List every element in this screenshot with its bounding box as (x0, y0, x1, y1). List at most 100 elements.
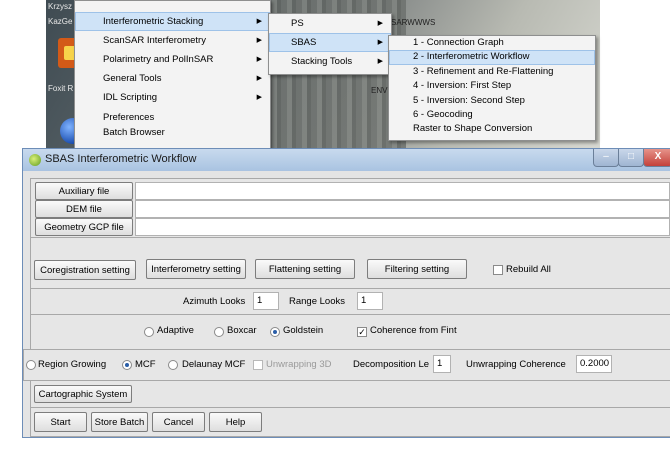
menu-item-scansar-interferometry[interactable]: ScanSAR Interferometry ▶ (75, 31, 270, 50)
menu-item-label: PS (291, 18, 304, 29)
menu-item-raster-to-shape[interactable]: Raster to Shape Conversion (389, 122, 595, 136)
goldstein-radio[interactable] (270, 327, 280, 337)
mcf-label: MCF (135, 359, 156, 370)
menu-item-label: ScanSAR Interferometry (103, 35, 206, 46)
range-looks-label: Range Looks (289, 296, 345, 307)
decomposition-level-input[interactable]: 1 (433, 355, 451, 373)
minimize-button[interactable]: – (593, 149, 619, 167)
geometry-gcp-file-field[interactable] (135, 218, 670, 236)
menu-item-batch-browser[interactable]: Batch Browser (75, 125, 270, 140)
delaunay-mcf-radio[interactable] (168, 360, 178, 370)
submenu-arrow-icon: ▶ (256, 56, 262, 63)
flattening-setting-button[interactable]: Flattening setting (255, 259, 355, 279)
menu-top-spacer (75, 1, 270, 12)
submenu-arrow-icon: ▶ (256, 18, 262, 25)
goldstein-label: Goldstein (283, 325, 324, 336)
window-title: SBAS Interferometric Workflow (45, 153, 197, 165)
store-batch-button[interactable]: Store Batch (91, 412, 148, 432)
coherence-from-fint-checkbox[interactable]: ✓ (357, 327, 367, 337)
dem-file-button[interactable]: DEM file (35, 200, 133, 218)
menu-item-inversion-first-step[interactable]: 4 - Inversion: First Step (389, 79, 595, 93)
start-button[interactable]: Start (34, 412, 87, 432)
region-growing-radio[interactable] (26, 360, 36, 370)
submenu-arrow-icon: ▶ (377, 39, 383, 46)
settings-section: Coregistration setting Interferometry se… (30, 237, 670, 289)
menu-item-geocoding[interactable]: 6 - Geocoding (389, 108, 595, 122)
unwrapping-3d-label: Unwrapping 3D (266, 359, 332, 370)
azimuth-looks-input[interactable]: 1 (253, 292, 279, 310)
cartographic-system-button[interactable]: Cartographic System (34, 385, 132, 403)
decomposition-level-label: Decomposition Le (353, 359, 430, 370)
help-button[interactable]: Help (209, 412, 262, 432)
coregistration-setting-button[interactable]: Coregistration setting (34, 260, 136, 280)
filtering-setting-button[interactable]: Filtering setting (367, 259, 467, 279)
menu-item-label: 1 - Connection Graph (413, 37, 504, 48)
sbas-workflow-window: SBAS Interferometric Workflow – □ X Auxi… (22, 148, 670, 438)
sbas-submenu: 1 - Connection Graph 2 - Interferometric… (388, 35, 596, 141)
close-button[interactable]: X (643, 149, 670, 167)
azimuth-looks-label: Azimuth Looks (183, 296, 246, 307)
submenu-arrow-icon: ▶ (377, 58, 383, 65)
menu-item-refinement-reflattening[interactable]: 3 - Refinement and Re-Flattening (389, 65, 595, 79)
rebuild-all-label: Rebuild All (506, 264, 551, 275)
main-menu: Interferometric Stacking ▶ ScanSAR Interf… (74, 0, 271, 152)
submenu-arrow-icon: ▶ (256, 94, 262, 101)
menu-item-label: 3 - Refinement and Re-Flattening (413, 65, 554, 77)
cartographic-section: Cartographic System (30, 380, 670, 408)
menu-item-ps[interactable]: PS ▶ (269, 14, 391, 33)
menu-item-label: Batch Browser (103, 127, 165, 138)
desktop-icon-label: KazGe (48, 17, 73, 26)
mcf-radio[interactable] (122, 360, 132, 370)
maximize-button[interactable]: □ (618, 149, 644, 167)
submenu-arrow-icon: ▶ (256, 75, 262, 82)
delaunay-mcf-label: Delaunay MCF (182, 359, 246, 370)
menu-item-connection-graph[interactable]: 1 - Connection Graph (389, 36, 595, 50)
menu-item-label: Interferometric Stacking (103, 16, 204, 27)
dem-file-field[interactable] (135, 200, 670, 218)
range-looks-input[interactable]: 1 (357, 292, 383, 310)
filter-section: Adaptive Boxcar Goldstein ✓ Coherence fr… (30, 314, 670, 350)
desktop-text: SARWWWS (391, 18, 436, 27)
unwrapping-section: Region Growing MCF Delaunay MCF Unwrappi… (23, 349, 670, 381)
auxiliary-file-button[interactable]: Auxiliary file (35, 182, 133, 200)
menu-item-label: 4 - Inversion: First Step (413, 80, 512, 92)
cancel-button[interactable]: Cancel (152, 412, 205, 432)
unwrapping-coherence-label: Unwrapping Coherence (466, 359, 566, 370)
menu-item-preferences[interactable]: Preferences (75, 110, 270, 125)
menu-item-interferometric-workflow[interactable]: 2 - Interferometric Workflow (389, 50, 595, 65)
rebuild-all-checkbox[interactable] (493, 265, 503, 275)
geometry-gcp-file-button[interactable]: Geometry GCP file (35, 218, 133, 236)
menu-item-label: General Tools (103, 73, 162, 84)
interferometric-stacking-submenu: PS ▶ SBAS ▶ Stacking Tools ▶ (268, 13, 392, 75)
menu-item-idl-scripting[interactable]: IDL Scripting ▶ (75, 88, 270, 107)
desktop-icon-label: Foxit R (48, 84, 74, 93)
menu-item-stacking-tools[interactable]: Stacking Tools ▶ (269, 52, 391, 71)
window-titlebar[interactable]: SBAS Interferometric Workflow – □ X (23, 149, 670, 171)
region-growing-label: Region Growing (38, 359, 107, 370)
menu-item-interferometric-stacking[interactable]: Interferometric Stacking ▶ (75, 12, 270, 31)
looks-section: Azimuth Looks 1 Range Looks 1 (30, 288, 670, 315)
menu-item-label: Raster to Shape Conversion (413, 123, 533, 135)
menu-item-general-tools[interactable]: General Tools ▶ (75, 69, 270, 88)
boxcar-label: Boxcar (227, 325, 257, 336)
unwrapping-coherence-input[interactable]: 0.2000 (576, 355, 612, 373)
menu-item-sbas[interactable]: SBAS ▶ (269, 33, 391, 52)
adaptive-label: Adaptive (157, 325, 194, 336)
menu-item-label: Stacking Tools (291, 56, 353, 67)
desktop-icon-label: Krzysz (48, 2, 72, 11)
auxiliary-file-field[interactable] (135, 182, 670, 200)
desktop-text: ENVI (371, 86, 390, 95)
menu-item-label: IDL Scripting (103, 92, 158, 103)
interferometry-setting-button[interactable]: Interferometry setting (146, 259, 246, 279)
app-icon (29, 154, 41, 166)
boxcar-radio[interactable] (214, 327, 224, 337)
footer-section: Start Store Batch Cancel Help (30, 407, 670, 437)
unwrapping-3d-checkbox[interactable] (253, 360, 263, 370)
submenu-arrow-icon: ▶ (256, 37, 262, 44)
menu-item-label: Polarimetry and PolInSAR (103, 54, 214, 65)
menu-item-label: SBAS (291, 37, 317, 48)
submenu-arrow-icon: ▶ (377, 20, 383, 27)
adaptive-radio[interactable] (144, 327, 154, 337)
menu-item-polarimetry[interactable]: Polarimetry and PolInSAR ▶ (75, 50, 270, 69)
menu-item-inversion-second-step[interactable]: 5 - Inversion: Second Step (389, 94, 595, 108)
